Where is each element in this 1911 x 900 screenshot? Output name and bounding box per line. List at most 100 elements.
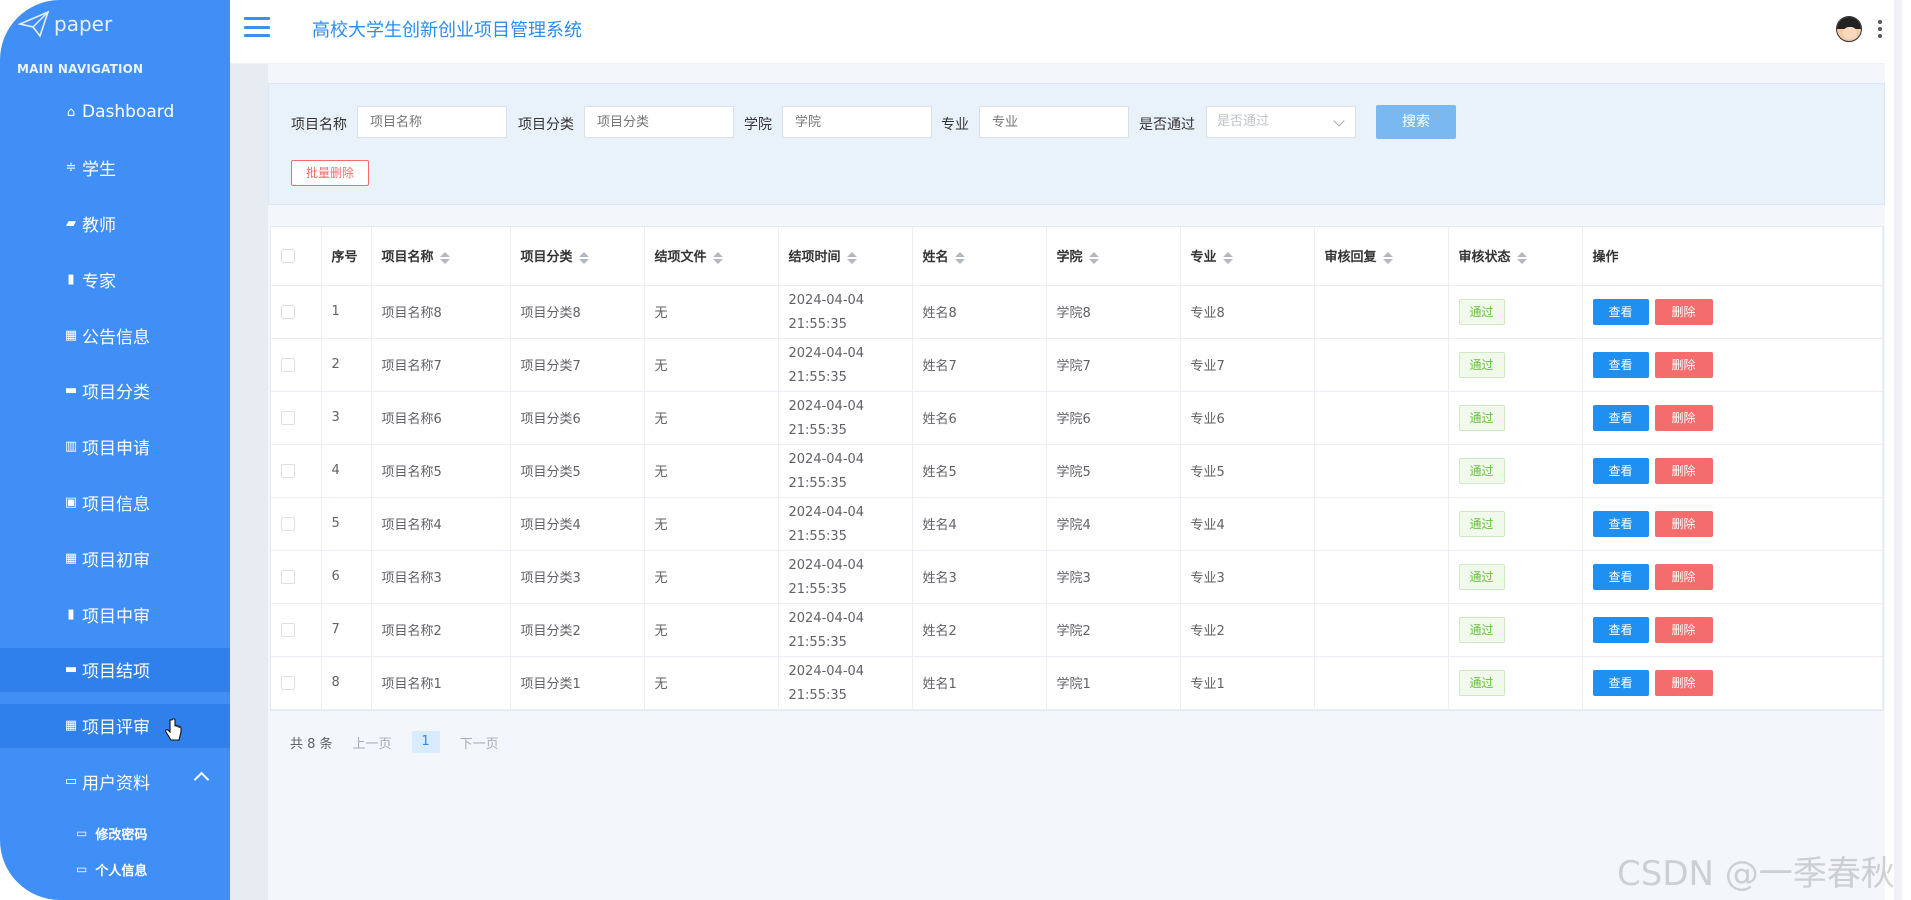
sort-icon[interactable] — [1222, 251, 1233, 264]
column-header-sortable[interactable]: 审核回复 — [1314, 227, 1449, 286]
delete-button[interactable]: 删除 — [1654, 510, 1713, 537]
column-header-sortable[interactable]: 项目分类 — [510, 227, 645, 286]
select-all-checkbox[interactable] — [281, 248, 295, 263]
view-button[interactable]: 查看 — [1592, 563, 1649, 590]
sidebar-subitem-personal-info[interactable]: ▭ 个人信息 — [0, 851, 265, 887]
pagination: 共 8 条 上一页 1 下一页 — [290, 731, 499, 753]
view-button[interactable]: 查看 — [1592, 457, 1649, 484]
view-button[interactable]: 查看 — [1592, 669, 1649, 696]
row-select-cell — [271, 603, 322, 657]
row-checkbox[interactable] — [281, 410, 295, 425]
status-badge: 通过 — [1458, 298, 1505, 325]
table-cell-reply — [1314, 550, 1449, 604]
college-input[interactable] — [782, 106, 932, 138]
row-checkbox[interactable] — [281, 516, 295, 531]
project-name-input[interactable] — [357, 106, 507, 138]
table-row: 8 项目名称1 项目分类1 无 2024-04-04 21:55:35 姓名1 学院1 专业1… — [271, 656, 1883, 710]
project-category-input[interactable] — [584, 106, 734, 138]
delete-button[interactable]: 删除 — [1654, 616, 1713, 643]
data-table: 序号 项目名称 项目分类 结项文件 结项时间 姓名 学院 专业 审核回复 审核状… — [270, 226, 1884, 711]
table-cell-idx: 4 — [321, 444, 372, 498]
menu-toggle-icon[interactable] — [244, 17, 270, 37]
table-row: 2 项目名称7 项目分类7 无 2024-04-04 21:55:35 姓名7 学院7 专业7… — [271, 338, 1883, 392]
sort-icon[interactable] — [578, 251, 589, 264]
table-cell-college: 学院8 — [1046, 285, 1181, 339]
row-checkbox[interactable] — [281, 622, 295, 637]
sidebar-item-students[interactable]: ≑ 学生 — [0, 146, 265, 190]
table-cell-idx: 7 — [321, 603, 372, 657]
sort-icon[interactable] — [1516, 251, 1527, 264]
column-header-sortable[interactable]: 学院 — [1046, 227, 1181, 286]
sidebar-item-initial-review[interactable]: ▦ 项目初审 — [0, 536, 265, 580]
row-select-cell — [271, 444, 322, 498]
table-cell-actions: 查看 删除 — [1582, 656, 1883, 710]
sort-icon[interactable] — [712, 251, 723, 264]
sidebar-item-teachers[interactable]: ▰ 教师 — [0, 202, 265, 246]
table-cell-actions: 查看 删除 — [1582, 550, 1883, 604]
sidebar-item-mid-review[interactable]: ▮ 项目中审 — [0, 592, 265, 636]
sort-icon[interactable] — [1088, 251, 1099, 264]
view-button[interactable]: 查看 — [1592, 510, 1649, 537]
table-cell-cat: 项目分类6 — [510, 391, 645, 445]
sort-icon[interactable] — [1382, 251, 1393, 264]
column-header-sortable[interactable]: 项目名称 — [371, 227, 511, 286]
next-page-button[interactable]: 下一页 — [460, 733, 499, 752]
sidebar-item-project-categories[interactable]: ▬ 项目分类 — [0, 369, 265, 413]
column-header-sortable[interactable]: 专业 — [1180, 227, 1315, 286]
sidebar-item-announcements[interactable]: ▦ 公告信息 — [0, 313, 265, 357]
scrollbar[interactable] — [1885, 0, 1911, 900]
table-cell-idx: 6 — [321, 550, 372, 604]
sort-icon[interactable] — [954, 251, 965, 264]
sort-icon[interactable] — [439, 251, 450, 264]
clipboard-icon: ▮ — [67, 606, 75, 622]
table-cell-time: 2024-04-04 21:55:35 — [778, 391, 913, 445]
delete-button[interactable]: 删除 — [1654, 563, 1713, 590]
sidebar-item-project-applications[interactable]: ▥ 项目申请 — [0, 425, 265, 469]
search-button[interactable]: 搜索 — [1376, 105, 1456, 139]
row-checkbox[interactable] — [281, 569, 295, 584]
column-header-sortable[interactable]: 姓名 — [912, 227, 1047, 286]
table-cell-file: 无 — [644, 603, 779, 657]
row-select-cell — [271, 285, 322, 339]
status-badge: 通过 — [1458, 404, 1505, 431]
page-number-current[interactable]: 1 — [411, 731, 440, 753]
sort-icon[interactable] — [846, 251, 857, 264]
prev-page-button[interactable]: 上一页 — [353, 733, 392, 752]
sidebar-item-project-completion[interactable]: ▬ 项目结项 — [0, 647, 284, 692]
table-cell-name: 项目名称4 — [371, 497, 511, 551]
batch-delete-button[interactable]: 批量删除 — [291, 160, 369, 186]
row-checkbox[interactable] — [281, 463, 295, 478]
table-cell-college: 学院6 — [1046, 391, 1181, 445]
logo[interactable]: paper — [18, 10, 112, 38]
view-button[interactable]: 查看 — [1592, 616, 1649, 643]
row-checkbox[interactable] — [281, 304, 295, 319]
view-button[interactable]: 查看 — [1592, 298, 1649, 325]
sidebar-item-project-evaluation[interactable]: ▦ 项目评审 — [0, 703, 284, 748]
delete-button[interactable]: 删除 — [1654, 351, 1713, 378]
sidebar-subitem-change-password[interactable]: ▭ 修改密码 — [0, 815, 265, 851]
column-header-sortable[interactable]: 结项文件 — [644, 227, 779, 286]
row-checkbox[interactable] — [281, 675, 295, 690]
delete-button[interactable]: 删除 — [1654, 404, 1713, 431]
view-button[interactable]: 查看 — [1592, 404, 1649, 431]
table-cell-actions: 查看 删除 — [1582, 338, 1883, 392]
row-checkbox[interactable] — [281, 357, 295, 372]
avatar[interactable] — [1836, 16, 1862, 42]
table-cell-college: 学院1 — [1046, 656, 1181, 710]
sidebar-item-dashboard[interactable]: ⌂ Dashboard — [0, 90, 265, 134]
delete-button[interactable]: 删除 — [1654, 669, 1713, 696]
paper-plane-icon — [18, 10, 50, 38]
delete-button[interactable]: 删除 — [1654, 457, 1713, 484]
table-cell-time: 2024-04-04 21:55:35 — [778, 497, 913, 551]
column-header: 操作 — [1582, 227, 1883, 286]
sidebar-item-user-profile[interactable]: ▭ 用户资料 — [0, 760, 265, 804]
view-button[interactable]: 查看 — [1592, 351, 1649, 378]
more-vertical-icon[interactable] — [1878, 20, 1882, 38]
passed-select[interactable]: 是否通过 — [1206, 106, 1356, 138]
delete-button[interactable]: 删除 — [1654, 298, 1713, 325]
major-input[interactable] — [979, 106, 1129, 138]
column-header-sortable[interactable]: 结项时间 — [778, 227, 913, 286]
sidebar-item-experts[interactable]: ▮ 专家 — [0, 257, 265, 301]
column-header-sortable[interactable]: 审核状态 — [1448, 227, 1583, 286]
sidebar-item-project-info[interactable]: ▣ 项目信息 — [0, 481, 265, 525]
